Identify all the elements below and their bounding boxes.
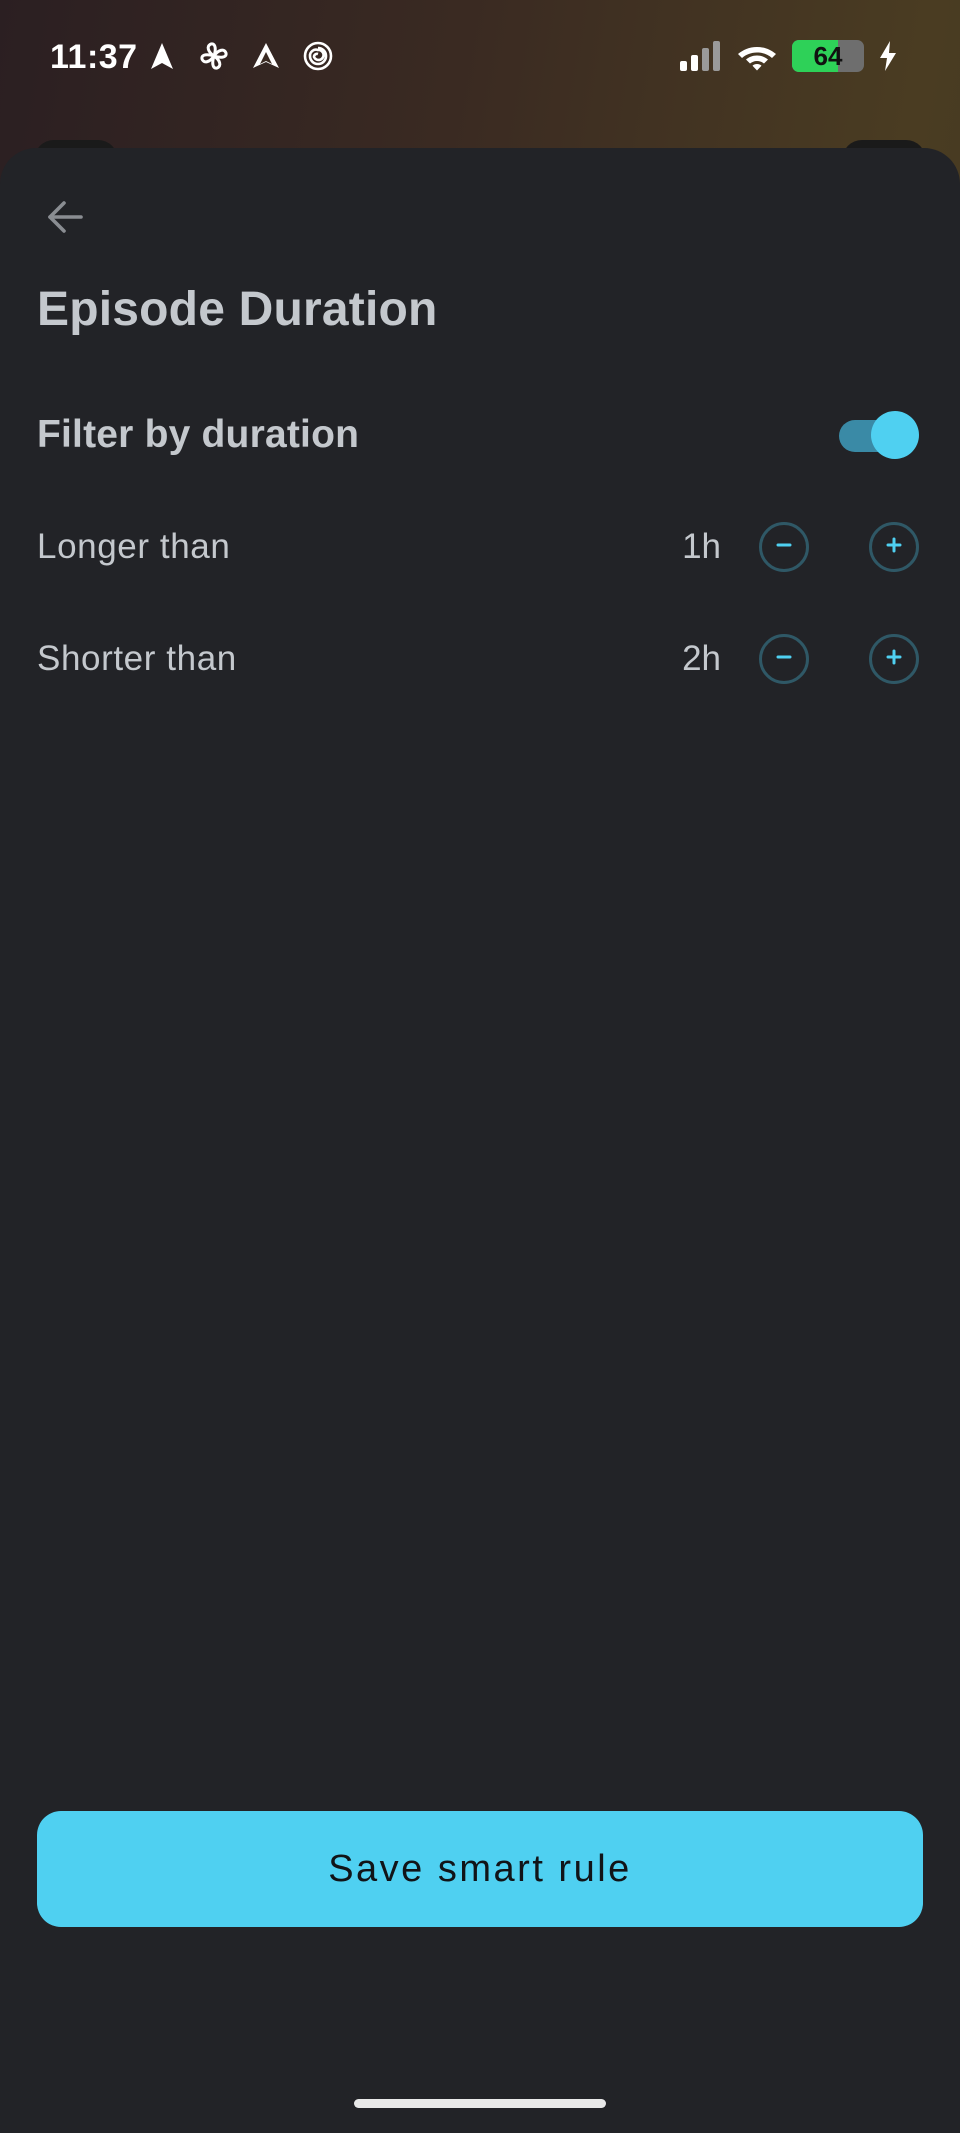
charging-bolt-icon: [878, 41, 898, 71]
longer-than-label: Longer than: [37, 527, 231, 566]
shorter-than-decrement-button[interactable]: [759, 634, 809, 684]
fan-icon: [198, 40, 230, 72]
screen: 11:37 64 Episode Duration Filter by dura…: [0, 0, 960, 2133]
longer-than-row: Longer than 1h: [37, 515, 919, 579]
arrow-left-icon: [43, 195, 87, 244]
plus-icon: [884, 535, 904, 560]
status-bar: 11:37 64: [0, 0, 960, 120]
longer-than-increment-button[interactable]: [869, 522, 919, 572]
shorter-than-increment-button[interactable]: [869, 634, 919, 684]
battery-level: 64: [813, 40, 843, 71]
shorter-than-value: 2h: [682, 639, 721, 678]
minus-icon: [774, 535, 794, 560]
toggle-thumb: [871, 411, 919, 459]
minus-icon: [774, 647, 794, 672]
filter-by-duration-label: Filter by duration: [37, 413, 360, 456]
wifi-icon: [736, 41, 778, 71]
save-smart-rule-button[interactable]: Save smart rule: [37, 1811, 923, 1927]
signal-icon: [680, 41, 722, 71]
shorter-than-label: Shorter than: [37, 639, 237, 678]
longer-than-value: 1h: [682, 527, 721, 566]
longer-than-stepper: 1h: [661, 515, 919, 579]
plus-icon: [884, 647, 904, 672]
filter-by-duration-toggle[interactable]: [837, 411, 919, 459]
status-icons-right: 64: [680, 40, 898, 72]
longer-than-decrement-button[interactable]: [759, 522, 809, 572]
status-icons-left: [146, 40, 334, 72]
shorter-than-stepper: 2h: [661, 627, 919, 691]
home-indicator[interactable]: [354, 2099, 606, 2108]
filter-by-duration-row[interactable]: Filter by duration: [37, 403, 919, 467]
status-time: 11:37: [50, 38, 138, 76]
page-title: Episode Duration: [37, 283, 438, 336]
shorter-than-row: Shorter than 2h: [37, 627, 919, 691]
back-button[interactable]: [36, 190, 94, 248]
battery-icon: 64: [792, 40, 864, 72]
arrow-app-icon: [250, 40, 282, 72]
navigation-icon: [146, 40, 178, 72]
spiral-icon: [302, 40, 334, 72]
